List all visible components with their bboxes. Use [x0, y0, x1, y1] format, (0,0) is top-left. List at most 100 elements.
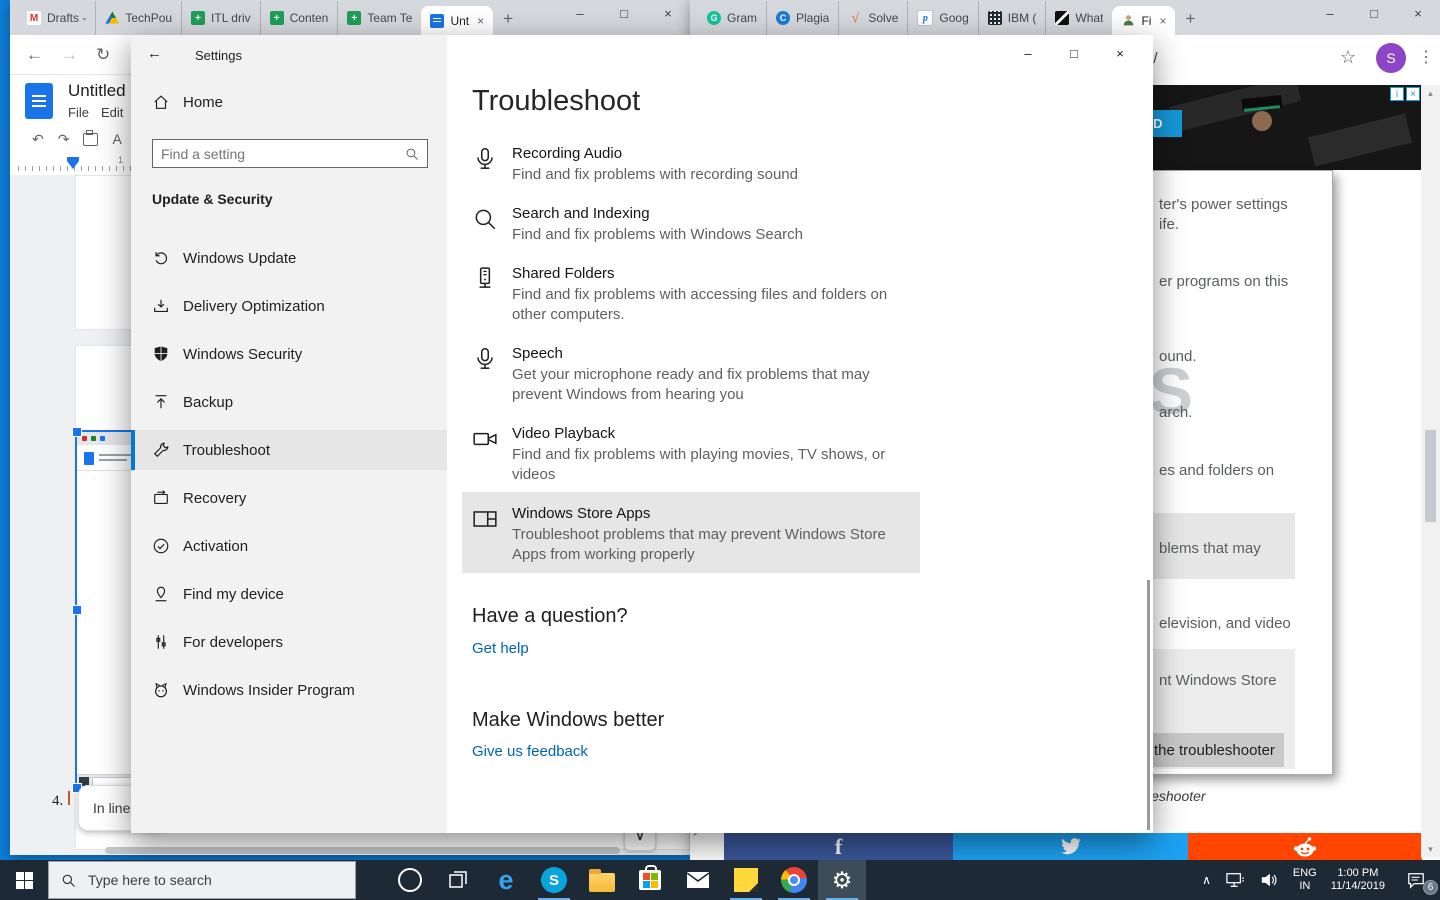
- troubleshooter-search-indexing[interactable]: Search and Indexing Find and fix problem…: [512, 205, 962, 245]
- scroll-up-icon[interactable]: ▲: [1421, 89, 1440, 98]
- new-tab-button[interactable]: +: [493, 9, 525, 35]
- tab-ibm[interactable]: IBM (: [978, 1, 1046, 35]
- tab-gmail-drafts[interactable]: Drafts -: [18, 1, 95, 35]
- clock[interactable]: 1:00 PM 11/14/2019: [1324, 860, 1392, 900]
- maximize-button[interactable]: □: [602, 0, 646, 26]
- tab-solve[interactable]: Solve: [838, 1, 907, 35]
- resize-handle[interactable]: [72, 427, 82, 437]
- profile-avatar[interactable]: S: [1376, 43, 1406, 73]
- tab-close-icon[interactable]: ×: [475, 14, 484, 28]
- taskbar-task-view-button[interactable]: [434, 860, 482, 900]
- tab-content[interactable]: Conten: [260, 1, 338, 35]
- bookmark-star-icon[interactable]: ☆: [1340, 47, 1356, 68]
- scroll-down-icon[interactable]: ▼: [1421, 845, 1440, 854]
- tab-fix-active[interactable]: Fi ×: [1112, 6, 1175, 35]
- action-center-button[interactable]: 6: [1392, 860, 1440, 900]
- ad-info-icon[interactable]: i: [1390, 87, 1404, 101]
- get-help-link[interactable]: Get help: [472, 640, 529, 657]
- page-scrollbar[interactable]: ▲ ▼: [1421, 85, 1440, 858]
- close-button[interactable]: ×: [1097, 39, 1143, 67]
- share-facebook-button[interactable]: f: [724, 833, 953, 860]
- taskbar-mail-button[interactable]: [674, 860, 722, 900]
- sidebar-item-windows-insider[interactable]: Windows Insider Program: [131, 670, 447, 710]
- run-troubleshooter-button[interactable]: the troubleshooter: [1148, 733, 1284, 767]
- sidebar-item-activation[interactable]: Activation: [131, 526, 447, 566]
- sidebar-item-recovery[interactable]: Recovery: [131, 478, 447, 518]
- sidebar-item-find-my-device[interactable]: Find my device: [131, 574, 447, 614]
- taskbar-store-button[interactable]: [626, 860, 674, 900]
- taskbar-file-explorer-button[interactable]: [578, 860, 626, 900]
- start-button[interactable]: [0, 860, 48, 900]
- tab-untitled-active[interactable]: Unt ×: [421, 6, 493, 35]
- troubleshooter-video-playback[interactable]: Video Playback Find and fix problems wit…: [512, 425, 962, 485]
- taskbar-edge-button[interactable]: e: [482, 860, 530, 900]
- sidebar-item-delivery-optimization[interactable]: Delivery Optimization: [131, 286, 447, 326]
- close-button[interactable]: ×: [1396, 0, 1440, 26]
- close-button[interactable]: ×: [646, 0, 690, 26]
- image-wrap-label[interactable]: In line: [93, 800, 130, 816]
- doc-title[interactable]: Untitled: [68, 81, 126, 101]
- minimize-button[interactable]: –: [1005, 39, 1051, 67]
- browser-menu-icon[interactable]: ⋮: [1418, 47, 1434, 67]
- menu-file[interactable]: File: [68, 105, 89, 120]
- taskbar-search-input[interactable]: [86, 871, 320, 889]
- language-indicator[interactable]: ENG IN: [1286, 860, 1324, 900]
- taskbar-cortana-button[interactable]: [386, 860, 434, 900]
- network-status-button[interactable]: [1218, 860, 1252, 900]
- tab-what[interactable]: What: [1045, 1, 1112, 35]
- minimize-button[interactable]: –: [1308, 0, 1352, 26]
- maximize-button[interactable]: □: [1051, 39, 1097, 67]
- indent-marker[interactable]: [67, 161, 79, 169]
- give-feedback-link[interactable]: Give us feedback: [472, 743, 588, 760]
- maximize-button[interactable]: □: [1352, 0, 1396, 26]
- print-icon[interactable]: [83, 133, 98, 146]
- tab-plagiarism[interactable]: Plagia: [766, 1, 838, 35]
- troubleshooter-windows-store-apps[interactable]: Windows Store Apps Troubleshoot problems…: [512, 505, 962, 565]
- sidebar-item-troubleshoot[interactable]: Troubleshoot: [131, 430, 447, 470]
- troubleshooter-shared-folders[interactable]: Shared Folders Find and fix problems wit…: [512, 265, 962, 325]
- redo-icon[interactable]: ↷: [58, 131, 70, 148]
- share-reddit-button[interactable]: [1188, 833, 1422, 860]
- taskbar-search-box[interactable]: [48, 861, 356, 899]
- sidebar-item-home[interactable]: Home: [152, 93, 223, 111]
- tab-grammarly[interactable]: Gram: [698, 1, 766, 35]
- tab-team[interactable]: Team Te: [337, 1, 421, 35]
- item-title: Speech: [512, 345, 962, 362]
- tab-techpoint[interactable]: TechPou: [95, 1, 181, 35]
- forward-button[interactable]: →: [61, 45, 78, 65]
- troubleshooter-recording-audio[interactable]: Recording Audio Find and fix problems wi…: [512, 145, 962, 185]
- scrollbar-thumb[interactable]: [1425, 430, 1436, 522]
- tab-close-icon[interactable]: ×: [1157, 14, 1166, 28]
- ad-close-icon[interactable]: ×: [1406, 87, 1420, 101]
- spellcheck-icon[interactable]: A: [112, 131, 121, 147]
- settings-search-box[interactable]: [152, 139, 428, 168]
- checker-icon: [776, 11, 790, 25]
- tab-itl-drive[interactable]: ITL driv: [181, 1, 260, 35]
- taskbar-settings-button[interactable]: ⚙: [818, 860, 866, 900]
- troubleshooter-speech[interactable]: Speech Get your microphone ready and fix…: [512, 345, 962, 405]
- share-twitter-button[interactable]: [953, 833, 1188, 860]
- tray-expand-button[interactable]: ∧: [1195, 860, 1218, 900]
- sidebar-item-backup[interactable]: Backup: [131, 382, 447, 422]
- sidebar-item-for-developers[interactable]: For developers: [131, 622, 447, 662]
- new-tab-button[interactable]: +: [1175, 9, 1207, 35]
- search-icon[interactable]: [405, 147, 419, 161]
- taskbar-sticky-notes-button[interactable]: [722, 860, 770, 900]
- taskbar-skype-button[interactable]: S: [530, 860, 578, 900]
- horizontal-scrollbar[interactable]: [105, 847, 620, 854]
- back-button[interactable]: ←: [26, 45, 43, 65]
- taskbar-chrome-button[interactable]: [770, 860, 818, 900]
- sidebar-item-windows-update[interactable]: Windows Update: [131, 238, 447, 278]
- menu-edit[interactable]: Edit: [101, 105, 123, 120]
- settings-scrollbar-thumb[interactable]: [1147, 580, 1150, 830]
- sidebar-item-windows-security[interactable]: Windows Security: [131, 334, 447, 374]
- tab-google[interactable]: Goog: [907, 1, 977, 35]
- resize-handle[interactable]: [72, 605, 82, 615]
- undo-icon[interactable]: ↶: [32, 131, 44, 148]
- search-input[interactable]: [153, 146, 405, 162]
- volume-button[interactable]: [1252, 860, 1286, 900]
- reload-button[interactable]: ↻: [96, 45, 110, 65]
- minimize-button[interactable]: –: [558, 0, 602, 26]
- google-docs-icon[interactable]: [25, 83, 53, 119]
- back-arrow-icon[interactable]: ←: [147, 45, 162, 62]
